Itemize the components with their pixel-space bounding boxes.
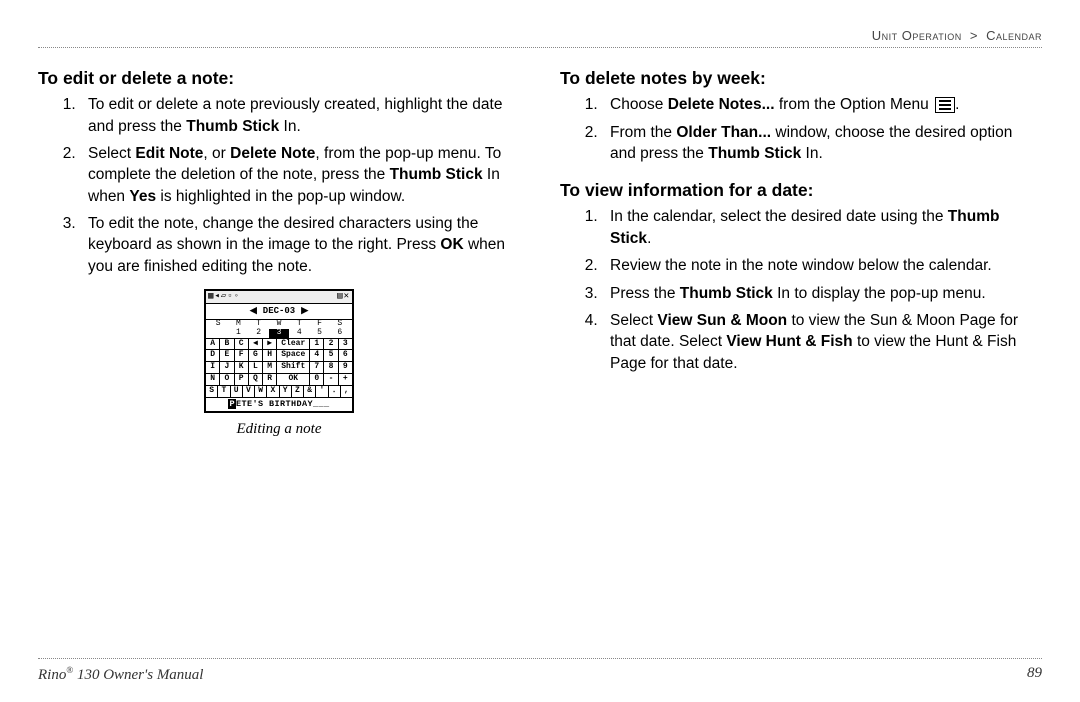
figure-note-line: PETE'S BIRTHDAY___ xyxy=(206,397,352,411)
list-item: Select Edit Note, or Delete Note, from t… xyxy=(80,143,520,207)
option-menu-icon xyxy=(935,97,955,113)
figure-keyboard: ABC◀▶Clear123 DEFGHSpace456 IJKLMShift78… xyxy=(206,338,352,397)
list-item: Choose Delete Notes... from the Option M… xyxy=(602,94,1042,115)
figure-month-row: ◀ DEC-03 ▶ xyxy=(206,304,352,320)
left-column: To edit or delete a note: To edit or del… xyxy=(38,66,520,648)
heading-view-date: To view information for a date: xyxy=(560,178,1042,202)
prev-month-icon: ◀ xyxy=(250,305,257,315)
breadcrumb-section: Unit Operation xyxy=(872,28,962,43)
list-item: Review the note in the note window below… xyxy=(602,255,1042,276)
figure-caption: Editing a note xyxy=(38,419,520,440)
edit-delete-list: To edit or delete a note previously crea… xyxy=(38,94,520,277)
view-date-list: In the calendar, select the desired date… xyxy=(560,206,1042,374)
breadcrumb: Unit Operation > Calendar xyxy=(38,28,1042,48)
list-item: To edit or delete a note previously crea… xyxy=(80,94,520,137)
list-item: Press the Thumb Stick In to display the … xyxy=(602,283,1042,304)
breadcrumb-sep: > xyxy=(970,28,978,43)
figure-month: DEC-03 xyxy=(263,306,295,316)
list-item: To edit the note, change the desired cha… xyxy=(80,213,520,277)
heading-delete-week: To delete notes by week: xyxy=(560,66,1042,90)
page-footer: Rino® 130 Owner's Manual 89 xyxy=(38,658,1042,684)
footer-page-number: 89 xyxy=(1027,665,1042,684)
heading-edit-delete: To edit or delete a note: xyxy=(38,66,520,90)
figure-date-row: 123456 xyxy=(206,329,352,338)
right-column: To delete notes by week: Choose Delete N… xyxy=(560,66,1042,648)
toolbar-right-icons: ▤✕ xyxy=(337,292,350,302)
toolbar-left-icons: ▦◂▱▫◦ xyxy=(208,292,240,302)
list-item: Select View Sun & Moon to view the Sun &… xyxy=(602,310,1042,374)
footer-manual-title: Rino® 130 Owner's Manual xyxy=(38,665,203,684)
list-item: From the Older Than... window, choose th… xyxy=(602,122,1042,165)
list-item: In the calendar, select the desired date… xyxy=(602,206,1042,249)
figure-wrap: ▦◂▱▫◦ ▤✕ ◀DEC-03▶ SMTWTFS 123456 ABC◀▶Cl… xyxy=(38,289,520,439)
next-month-icon: ▶ xyxy=(301,305,308,315)
figure-toolbar: ▦◂▱▫◦ ▤✕ xyxy=(206,291,352,304)
calendar-keyboard-figure: ▦◂▱▫◦ ▤✕ ◀DEC-03▶ SMTWTFS 123456 ABC◀▶Cl… xyxy=(204,289,354,413)
delete-week-list: Choose Delete Notes... from the Option M… xyxy=(560,94,1042,164)
breadcrumb-page: Calendar xyxy=(986,28,1042,43)
